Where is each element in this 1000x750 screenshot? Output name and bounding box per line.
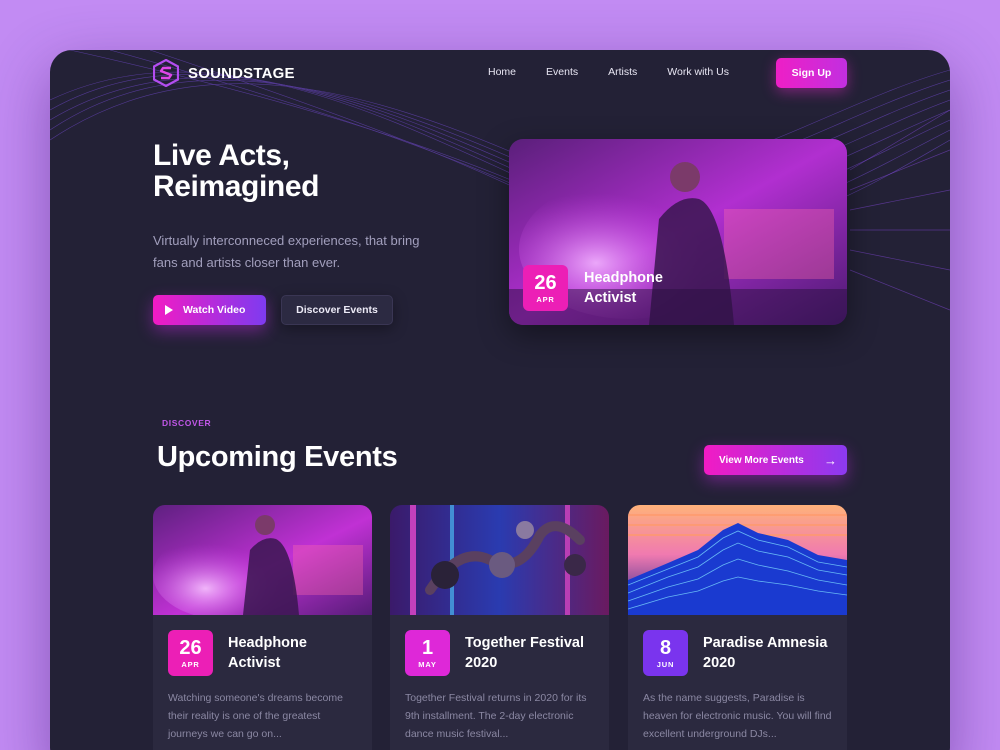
nav-home[interactable]: Home	[488, 66, 516, 78]
watch-video-button[interactable]: Watch Video	[153, 295, 266, 325]
event-image	[153, 505, 372, 615]
section-title: Upcoming Events	[157, 441, 398, 473]
event-description: Watching someone's dreams become their r…	[168, 692, 343, 740]
event-description: As the name suggests, Paradise is heaven…	[643, 692, 832, 740]
main-nav: Home Events Artists Work with Us	[488, 66, 729, 78]
featured-event-card[interactable]: 26 APR Headphone Activist	[509, 139, 847, 325]
nav-artists[interactable]: Artists	[608, 66, 637, 78]
nav-events[interactable]: Events	[546, 66, 578, 78]
play-icon	[165, 305, 173, 315]
event-title: Paradise Amnesia 2020	[703, 635, 828, 671]
section-eyebrow: DISCOVER	[162, 418, 212, 428]
arrow-right-icon: →	[824, 452, 837, 468]
event-title: Headphone Activist	[228, 635, 307, 671]
event-image	[628, 505, 847, 615]
featured-event-title: Headphone Activist	[584, 270, 663, 306]
app-frame: SOUNDSTAGE Home Events Artists Work with…	[50, 50, 950, 750]
date-badge: 26 APR	[168, 630, 213, 676]
brand-logo[interactable]: SOUNDSTAGE	[153, 59, 295, 87]
event-card[interactable]: 26 APR Headphone Activist Watching someo…	[153, 505, 372, 750]
event-description: Together Festival returns in 2020 for it…	[405, 692, 587, 740]
brand-name: SOUNDSTAGE	[188, 64, 295, 82]
event-title: Together Festival 2020	[465, 635, 584, 671]
event-image	[390, 505, 609, 615]
date-badge: 1 MAY	[405, 630, 450, 676]
sign-up-button[interactable]: Sign Up	[776, 58, 847, 88]
nav-work-with-us[interactable]: Work with Us	[667, 66, 729, 78]
discover-events-button[interactable]: Discover Events	[281, 295, 393, 325]
event-card[interactable]: 8 JUN Paradise Amnesia 2020 As the name …	[628, 505, 847, 750]
soundstage-logo-icon	[153, 59, 179, 87]
hero-subtitle: Virtually interconneced experiences, tha…	[153, 233, 420, 270]
hero-title: Live Acts, Reimagined	[153, 139, 320, 203]
event-card[interactable]: 1 MAY Together Festival 2020 Together Fe…	[390, 505, 609, 750]
date-badge: 26 APR	[523, 265, 568, 311]
view-more-events-button[interactable]: View More Events →	[704, 445, 847, 475]
date-badge: 8 JUN	[643, 630, 688, 676]
